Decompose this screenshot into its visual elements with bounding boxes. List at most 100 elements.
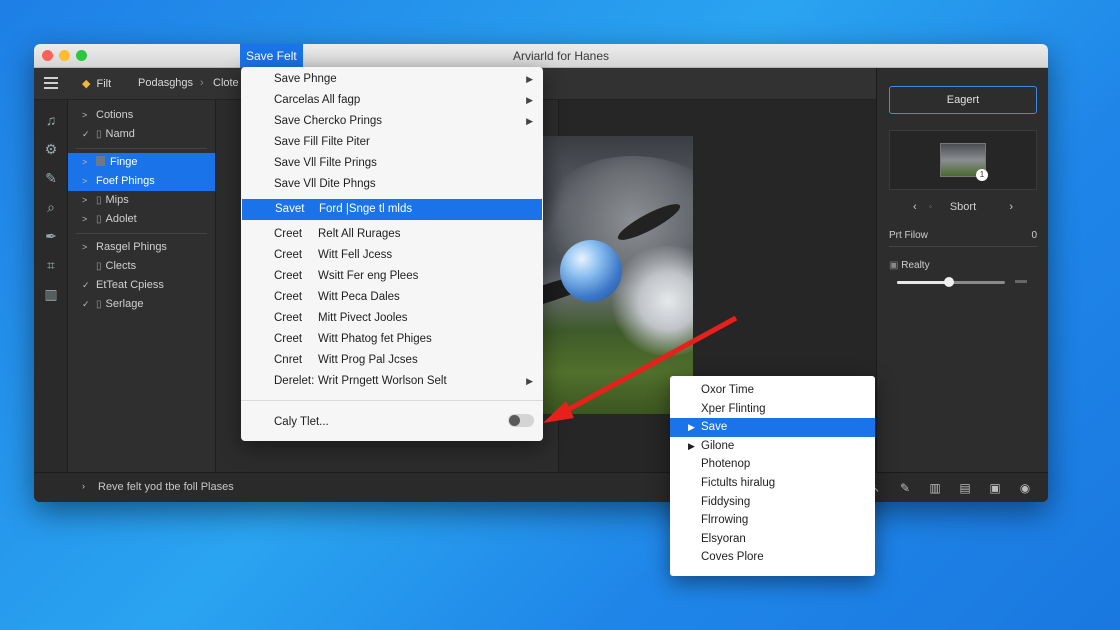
menu-item-label: Relt All Rurages	[318, 228, 401, 240]
sidebar-item[interactable]: ✓ ▯ Namd	[68, 125, 215, 144]
context-menu-item-label: Fiddysing	[701, 495, 751, 508]
menu-item-label: Save Vll Filte Prings	[274, 157, 377, 169]
sidebar-divider	[76, 233, 207, 234]
menu-item-label: Witt Prog Pal Jcses	[318, 354, 418, 366]
edit-icon[interactable]: ✎	[896, 480, 914, 496]
property-row-2: ▣ Realty	[889, 258, 1037, 274]
music-note-icon[interactable]: ♫	[34, 106, 68, 135]
status-bar: › Reve felt yod tbe foll Plases ↖ ✎ ▥ ▤ …	[34, 472, 1048, 502]
sidebar-item-chevron: >	[82, 214, 88, 224]
brush-icon[interactable]: ✎	[34, 164, 68, 193]
window-icon[interactable]: ▣	[986, 480, 1004, 496]
menu-item[interactable]: Save Vll Dite Phngs	[241, 174, 543, 195]
breadcrumb-item-1[interactable]: Podasghgs	[138, 77, 193, 89]
sidebar-item-label: Finge	[110, 156, 138, 168]
menu-item[interactable]: Creet Relt All Rurages	[241, 224, 543, 245]
menu-item[interactable]: Derelet: Writ Prngett Worlson Selt ▶	[241, 371, 543, 392]
globe-ball	[560, 240, 622, 302]
sidebar-item[interactable]: > Cotions	[68, 106, 215, 125]
camera-icon[interactable]: ◉	[1016, 480, 1034, 496]
checkbox-icon[interactable]: ▣	[889, 260, 898, 271]
menu-item[interactable]: Save Phnge ▶	[241, 69, 543, 90]
menu-item-label: Writ Prngett Worlson Selt	[318, 375, 447, 387]
context-menu-item-label: Fictults hiralug	[701, 476, 776, 489]
sidebar-item-label: Rasgel Phings	[96, 241, 167, 253]
sidebar-item-label: Serlage	[105, 298, 144, 310]
diamond-icon: ◆	[82, 78, 91, 90]
menu-item[interactable]: Cnret Witt Prog Pal Jcses	[241, 350, 543, 371]
search-icon[interactable]: ⌕	[34, 193, 68, 222]
menu-item[interactable]: Creet Witt Fell Jcess	[241, 245, 543, 266]
toggle-switch[interactable]	[508, 414, 534, 427]
bar-chart-icon[interactable]: ▥	[34, 280, 68, 309]
submenu-arrow-icon: ▶	[526, 74, 533, 84]
menu-item[interactable]: Carcelas All fagp ▶	[241, 90, 543, 111]
sidebar-item-chevron: >	[82, 242, 88, 252]
menu-item[interactable]: Creet Witt Phatog fet Phiges	[241, 329, 543, 350]
context-menu-item[interactable]: Fictults hiralug	[670, 474, 875, 493]
menu-item-label: Save Fill Filte Piter	[274, 136, 370, 148]
menu-item[interactable]: Creet Witt Peca Dales	[241, 287, 543, 308]
document-icon[interactable]: ▤	[956, 480, 974, 496]
folder-icon: ▯	[96, 214, 102, 225]
sidebar-item-label: Mips	[105, 194, 129, 206]
pen-icon[interactable]: ✒	[34, 222, 68, 251]
sidebar-item[interactable]: > Finge	[68, 153, 215, 172]
menu-item[interactable]: Save Chercko Prings ▶	[241, 111, 543, 132]
menu-item-label: Save Phnge	[274, 73, 337, 85]
sidebar-item-chevron: ✓	[82, 280, 90, 290]
crop-icon[interactable]: ⌗	[34, 251, 68, 280]
property-row-1-value: 0	[1031, 230, 1037, 241]
menu-item[interactable]: Creet Wsitt Fer eng Plees	[241, 266, 543, 287]
sidebar-item-chevron: >	[82, 195, 88, 205]
sidebar-item[interactable]: ✓ ▯ Serlage	[68, 295, 215, 314]
menu-footer-item[interactable]: Caly Tlet...	[241, 409, 543, 435]
gear-icon[interactable]: ⚙	[34, 135, 68, 164]
menu-item-label: Wsitt Fer eng Plees	[318, 270, 419, 282]
menu-footer-label: Caly Tlet...	[274, 416, 329, 428]
right-panel: Eagert 1 ‹ ◦ Sbort › Prt Filow 0 ▣ Realt…	[876, 68, 1048, 472]
context-menu-item[interactable]: Photenop	[670, 455, 875, 474]
context-menu-item[interactable]: Xper Flinting	[670, 400, 875, 419]
chevron-right-icon[interactable]: ›	[1009, 198, 1013, 216]
sidebar-item-chevron: ✓	[82, 129, 90, 139]
breadcrumb-separator-icon: ›	[200, 77, 204, 89]
context-menu-item-label: Flrrowing	[701, 514, 749, 527]
menu-item-label: Save Vll Dite Phngs	[274, 178, 376, 190]
breadcrumb-item-2[interactable]: Clote	[213, 77, 239, 89]
sidebar-item[interactable]: ▯ Clects	[68, 257, 215, 276]
menu-item[interactable]: Save Fill Filte Piter	[241, 132, 543, 153]
columns-icon[interactable]: ▥	[926, 480, 944, 496]
menu-item[interactable]: Save Vll Filte Prings	[241, 153, 543, 174]
export-button[interactable]: Eagert	[889, 86, 1037, 114]
folder-icon: ▯	[96, 299, 102, 310]
edit-menu[interactable]: ◆ Filt	[82, 77, 111, 90]
context-menu-item[interactable]: Coves Plore	[670, 548, 875, 567]
sidebar-item[interactable]: > ▯ Mips	[68, 191, 215, 210]
context-menu-item-label: Photenop	[701, 458, 751, 471]
sidebar-item-label: Namd	[105, 128, 135, 140]
chevron-left-icon[interactable]: ‹	[913, 198, 917, 216]
context-menu-item[interactable]: ▶ Save	[670, 418, 875, 437]
menu-item-label: Carcelas All fagp	[274, 94, 361, 106]
hamburger-menu-icon[interactable]	[44, 77, 58, 89]
slider-knob[interactable]	[943, 277, 954, 287]
context-menu-item[interactable]: Elsyoran	[670, 530, 875, 549]
context-menu-item[interactable]: ▶ Gilone	[670, 437, 875, 456]
realty-slider[interactable]	[897, 277, 1005, 287]
sort-label[interactable]: Sbort	[950, 201, 976, 213]
sidebar-item[interactable]: > Foef Phings	[68, 172, 215, 191]
sidebar-item[interactable]: > ▯ Adolet	[68, 210, 215, 229]
sidebar-item[interactable]: > Rasgel Phings	[68, 238, 215, 257]
sort-control: ‹ ◦ Sbort ›	[889, 198, 1037, 216]
context-menu-item[interactable]: Oxor Time	[670, 381, 875, 400]
sidebar: > Cotions ✓ ▯ Namd > Finge > Foef Phings > ▯ Mi…	[68, 100, 216, 472]
sidebar-item[interactable]: ✓ EtTeat Cpiess	[68, 276, 215, 295]
menu-item-selected[interactable]: Savet Ford |Snge tl mlds	[242, 199, 542, 220]
sidebar-item-label: Cotions	[96, 109, 134, 121]
context-menu-item[interactable]: Flrrowing	[670, 511, 875, 530]
context-menu-item[interactable]: Fiddysing	[670, 493, 875, 512]
menu-item[interactable]: Creet Mitt Pivect Jooles	[241, 308, 543, 329]
chevron-right-icon[interactable]: ›	[82, 481, 85, 491]
menu-divider	[241, 400, 543, 401]
